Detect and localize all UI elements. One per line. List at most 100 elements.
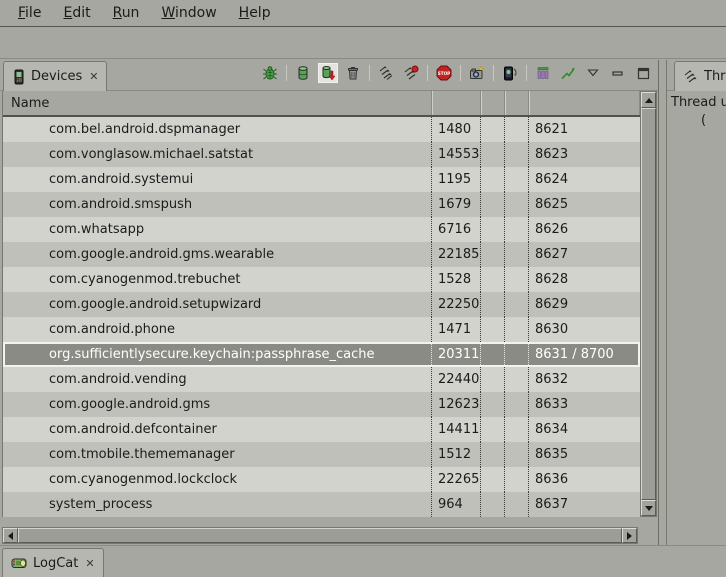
debug-process-icon[interactable] xyxy=(261,64,279,82)
maximize-icon[interactable] xyxy=(634,64,652,82)
pid-cell: 22185 xyxy=(432,242,481,267)
pid-cell: 22265 xyxy=(432,467,481,492)
port-cell: 8630 xyxy=(529,317,640,342)
process-row[interactable]: com.android.defcontainer 14411 8634 xyxy=(3,417,640,442)
main-toolbar xyxy=(0,28,726,59)
port-cell: 8623 xyxy=(529,142,640,167)
tab-threads[interactable]: Threads xyxy=(674,61,726,91)
empty-cell xyxy=(505,267,529,292)
devices-view: Devices ✕ xyxy=(0,60,659,545)
threads-tabbar: Threads xyxy=(667,60,726,91)
process-row[interactable]: org.sufficientlysecure.keychain:passphra… xyxy=(3,342,640,367)
logcat-view-bar: LogCat ✕ xyxy=(0,545,726,577)
process-row[interactable]: com.android.systemui 1195 8624 xyxy=(3,167,640,192)
pid-cell: 20311 xyxy=(432,342,481,367)
empty-cell xyxy=(505,492,529,517)
process-row[interactable]: com.bel.android.dspmanager 1480 8621 xyxy=(3,117,640,142)
pid-cell: 1512 xyxy=(432,442,481,467)
process-row[interactable]: com.vonglasow.michael.satstat 14553 8623 xyxy=(3,142,640,167)
minimize-icon[interactable] xyxy=(609,64,627,82)
scroll-up-button[interactable] xyxy=(641,92,656,108)
port-cell: 8635 xyxy=(529,442,640,467)
horizontal-scrollbar[interactable] xyxy=(2,527,638,544)
pid-cell: 22250 xyxy=(432,292,481,317)
port-cell: 8626 xyxy=(529,217,640,242)
update-threads-icon[interactable] xyxy=(377,64,395,82)
process-name-cell: com.cyanogenmod.lockclock xyxy=(3,467,432,492)
process-table-body: com.bel.android.dspmanager 1480 8621 com… xyxy=(3,117,640,517)
menu-item-run[interactable]: Run xyxy=(103,2,150,24)
empty-cell xyxy=(505,417,529,442)
toolbar-separator xyxy=(427,65,428,81)
empty-cell xyxy=(505,142,529,167)
cause-gc-icon[interactable] xyxy=(344,64,362,82)
toolbar-separator xyxy=(460,65,461,81)
horizontal-scrollbar-thumb[interactable] xyxy=(18,528,622,543)
menu-item-help[interactable]: Help xyxy=(229,2,281,24)
port-cell: 8631 / 8700 xyxy=(529,342,640,367)
update-heap-icon[interactable] xyxy=(294,64,312,82)
phone-icon xyxy=(12,69,26,85)
port-cell: 8628 xyxy=(529,267,640,292)
close-icon[interactable]: ✕ xyxy=(83,557,94,570)
empty-cell xyxy=(505,442,529,467)
column-header-empty[interactable] xyxy=(505,91,529,115)
dump-hprof-icon[interactable] xyxy=(319,64,337,82)
menu-item-file[interactable]: File xyxy=(8,2,51,24)
process-row[interactable]: system_process 964 8637 xyxy=(3,492,640,517)
vertical-scrollbar-thumb[interactable] xyxy=(641,108,656,500)
pid-cell: 6716 xyxy=(432,217,481,242)
stop-process-icon[interactable]: STOP xyxy=(435,64,453,82)
empty-cell xyxy=(505,242,529,267)
column-header-name[interactable]: Name xyxy=(3,91,432,115)
pid-cell: 1195 xyxy=(432,167,481,192)
pid-cell: 1480 xyxy=(432,117,481,142)
empty-cell xyxy=(481,292,505,317)
ddms-window: File Edit Run Window Help Devices ✕ xyxy=(0,0,726,577)
opengl-trace-icon[interactable] xyxy=(559,64,577,82)
devices-tabbar: Devices ✕ xyxy=(0,60,658,91)
column-header-pid[interactable] xyxy=(432,91,481,115)
scroll-left-button[interactable] xyxy=(3,528,18,543)
process-row[interactable]: com.android.phone 1471 8630 xyxy=(3,317,640,342)
tab-devices-label: Devices xyxy=(31,69,82,84)
process-row[interactable]: com.android.smspush 1679 8625 xyxy=(3,192,640,217)
tab-devices[interactable]: Devices ✕ xyxy=(3,61,107,91)
table-header[interactable]: Name xyxy=(3,91,640,117)
column-header-empty[interactable] xyxy=(481,91,505,115)
vertical-scrollbar[interactable] xyxy=(640,91,657,517)
view-hierarchy-icon[interactable] xyxy=(534,64,552,82)
empty-cell xyxy=(481,142,505,167)
process-row[interactable]: com.cyanogenmod.lockclock 22265 8636 xyxy=(3,467,640,492)
process-row[interactable]: com.cyanogenmod.trebuchet 1528 8628 xyxy=(3,267,640,292)
port-cell: 8633 xyxy=(529,392,640,417)
port-cell: 8636 xyxy=(529,467,640,492)
process-row[interactable]: com.google.android.gms 12623 8633 xyxy=(3,392,640,417)
column-header-port[interactable] xyxy=(529,91,640,115)
scroll-down-button[interactable] xyxy=(641,500,656,516)
process-name-cell: com.android.vending xyxy=(3,367,432,392)
empty-cell xyxy=(505,317,529,342)
process-row[interactable]: com.whatsapp 6716 8626 xyxy=(3,217,640,242)
process-row[interactable]: com.google.android.gms.wearable 22185 86… xyxy=(3,242,640,267)
process-name-cell: com.bel.android.dspmanager xyxy=(3,117,432,142)
close-icon[interactable]: ✕ xyxy=(87,70,98,83)
view-menu-icon[interactable] xyxy=(584,64,602,82)
screen-capture-icon[interactable] xyxy=(468,64,486,82)
port-cell: 8629 xyxy=(529,292,640,317)
method-profiling-icon[interactable] xyxy=(402,64,420,82)
empty-cell xyxy=(481,117,505,142)
process-row[interactable]: com.android.vending 22440 8632 xyxy=(3,367,640,392)
empty-cell xyxy=(505,192,529,217)
menu-item-edit[interactable]: Edit xyxy=(53,2,100,24)
process-row[interactable]: com.google.android.setupwizard 22250 862… xyxy=(3,292,640,317)
process-row[interactable]: com.tmobile.thememanager 1512 8635 xyxy=(3,442,640,467)
scroll-right-button[interactable] xyxy=(622,528,637,543)
empty-cell xyxy=(505,342,529,367)
process-name-cell: com.google.android.gms xyxy=(3,392,432,417)
tab-logcat[interactable]: LogCat ✕ xyxy=(2,548,104,577)
rotate-screen-icon[interactable] xyxy=(501,64,519,82)
process-name-cell: com.android.phone xyxy=(3,317,432,342)
threads-view: Threads Thread up ( xyxy=(666,60,726,545)
menu-item-window[interactable]: Window xyxy=(151,2,226,24)
